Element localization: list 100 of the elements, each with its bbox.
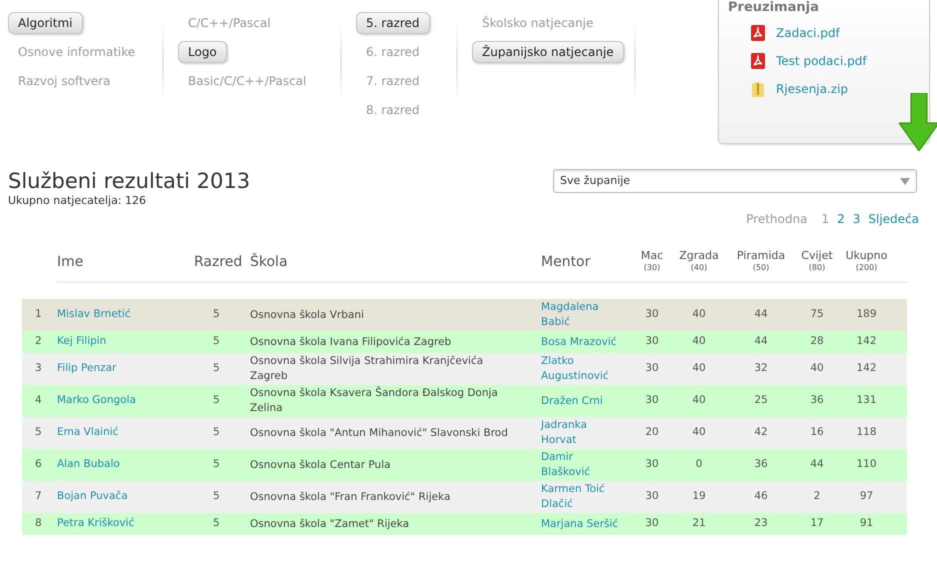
rank-cell-text: 8	[34, 516, 43, 532]
school-cell-text: Osnovna škola "Antun Mihanović" Slavonski Brod	[250, 426, 509, 440]
column-header: Ime	[57, 252, 84, 272]
student-link[interactable]: Ema Vlainić	[57, 426, 118, 438]
page-link[interactable]: 1	[821, 210, 830, 228]
score-cell-text: 30	[644, 361, 660, 376]
menu-item[interactable]: Županijsko natjecanje	[472, 41, 624, 63]
county-select[interactable]: Sve županije	[553, 169, 917, 193]
student-link[interactable]: Filip Penzar	[57, 362, 116, 374]
page-link[interactable]: 3	[852, 210, 860, 228]
column-header: Škola	[250, 252, 289, 272]
school-cell-text: Osnovna škola Silvija Strahimira Kranjčevića Zagreb	[250, 354, 484, 384]
column-header: Cvijet (80)	[800, 250, 834, 274]
column-header: Mentor	[541, 252, 592, 272]
mentor-link[interactable]: Jadranka Horvat	[541, 418, 633, 448]
menu-item[interactable]: Razvoj softvera	[8, 70, 120, 92]
file-link[interactable]: Rjesenja.zip	[776, 80, 848, 98]
pdf-icon	[750, 24, 766, 42]
grade-cell-text: 5	[212, 425, 221, 440]
school-cell-text: Osnovna škola Ivana Filipovića Zagreb	[250, 334, 452, 350]
rank-cell-text: 1	[34, 307, 43, 322]
grade-cell-text: 5	[212, 489, 221, 504]
student-link[interactable]: Mislav Brnetić	[57, 308, 131, 320]
dropdown-arrow-icon	[900, 178, 910, 184]
score-cell-text: 16	[809, 425, 825, 440]
student-link[interactable]: Bojan Puvača	[57, 490, 128, 502]
score-cell-text: 36	[809, 393, 825, 408]
student-link[interactable]: Kej Filipin	[57, 335, 106, 348]
score-cell-text: 44	[753, 334, 769, 350]
zip-folder-icon	[750, 80, 766, 98]
student-link[interactable]: Alan Bubalo	[57, 458, 120, 470]
mentor-link[interactable]: Bosa Mrazović	[541, 334, 633, 350]
score-cell-text: 30	[644, 334, 660, 350]
score-cell-text: 2	[812, 489, 822, 504]
mentor-link[interactable]: Zlatko Augustinović	[541, 354, 633, 384]
school-cell-text: Osnovna škola "Fran Franković" Rijeka	[250, 490, 452, 504]
rank-cell-text: 4	[34, 393, 43, 408]
menu-item[interactable]: 8. razred	[356, 99, 430, 121]
menu-item[interactable]: Logo	[178, 41, 227, 63]
column-header: Ukupno (200)	[844, 250, 888, 274]
score-cell-text: 75	[809, 307, 825, 322]
score-cell-text: 40	[691, 393, 707, 408]
mentor-link[interactable]: Damir Blašković	[541, 450, 633, 480]
score-cell-text: 131	[855, 393, 878, 408]
mentor-link[interactable]: Dražen Crni	[541, 394, 633, 408]
menu-item[interactable]: C/C++/Pascal	[178, 12, 281, 34]
score-cell-text: 21	[691, 516, 707, 532]
score-cell-text: 30	[644, 516, 660, 532]
menu-item[interactable]: 5. razred	[356, 12, 430, 34]
rank-cell-text: 7	[34, 489, 43, 504]
next-link[interactable]: Sljedeća	[868, 210, 919, 228]
menu-item[interactable]: Algoritmi	[8, 12, 82, 34]
score-cell-text: 40	[691, 334, 707, 350]
score-cell-text: 32	[753, 361, 769, 376]
score-cell-text: 91	[858, 516, 874, 532]
panel-title: Preuzimanja	[728, 0, 820, 15]
pdf-icon	[750, 52, 766, 70]
rank-cell-text: 6	[34, 457, 43, 472]
grade-cell-text: 5	[212, 361, 221, 376]
page-link[interactable]: 2	[837, 210, 845, 228]
score-cell-text: 118	[855, 425, 878, 440]
score-cell-text: 46	[753, 489, 769, 504]
score-cell-text: 19	[691, 489, 707, 504]
menu-item[interactable]: Basic/C/C++/Pascal	[178, 70, 316, 92]
mentor-link[interactable]: Marjana Seršić	[541, 516, 633, 532]
menu-item[interactable]: 7. razred	[356, 70, 430, 92]
page-title: Službeni rezultati 2013	[8, 169, 250, 193]
score-cell-text: 30	[644, 307, 660, 322]
mentor-link[interactable]: Magdalena Babić	[541, 300, 633, 330]
column-header: Piramida (50)	[736, 250, 786, 274]
file-link[interactable]: Test podaci.pdf	[776, 52, 867, 70]
score-cell-text: 23	[753, 516, 769, 532]
score-cell-text: 40	[809, 361, 825, 376]
grade-cell-text: 5	[212, 307, 221, 322]
column-header: Mac (30)	[640, 250, 664, 274]
score-cell-text: 110	[855, 457, 878, 472]
school-cell-text: Osnovna škola Ksavera Šandora Đalskog Donja Zelina	[250, 386, 499, 416]
grade-cell-text: 5	[212, 457, 221, 472]
score-cell-text: 142	[855, 361, 878, 376]
download-arrow-icon	[899, 93, 937, 151]
score-cell-text: 44	[753, 307, 769, 322]
score-cell-text: 40	[691, 361, 707, 376]
grade-cell-text: 5	[212, 393, 221, 408]
rank-cell-text: 2	[34, 334, 43, 350]
menu-item[interactable]: 6. razred	[356, 41, 430, 63]
score-cell-text: 30	[644, 393, 660, 408]
file-link[interactable]: Zadaci.pdf	[776, 24, 840, 42]
score-cell-text: 97	[858, 489, 874, 504]
menu-item[interactable]: Osnove informatike	[8, 41, 146, 63]
grade-cell-text: 5	[212, 516, 221, 532]
menu-item[interactable]: Školsko natjecanje	[472, 12, 604, 34]
score-cell-text: 20	[644, 425, 660, 440]
school-cell-text: Osnovna škola "Zamet" Rijeka	[250, 516, 410, 532]
score-cell-text: 189	[855, 307, 878, 322]
participant-count: Ukupno natjecatelja: 126	[8, 193, 148, 209]
rank-cell-text: 5	[34, 425, 43, 440]
student-link[interactable]: Petra Krišković	[57, 517, 134, 530]
score-cell-text: 142	[855, 334, 878, 350]
student-link[interactable]: Marko Gongola	[57, 394, 136, 406]
mentor-link[interactable]: Karmen Toić Dlačić	[541, 482, 633, 512]
